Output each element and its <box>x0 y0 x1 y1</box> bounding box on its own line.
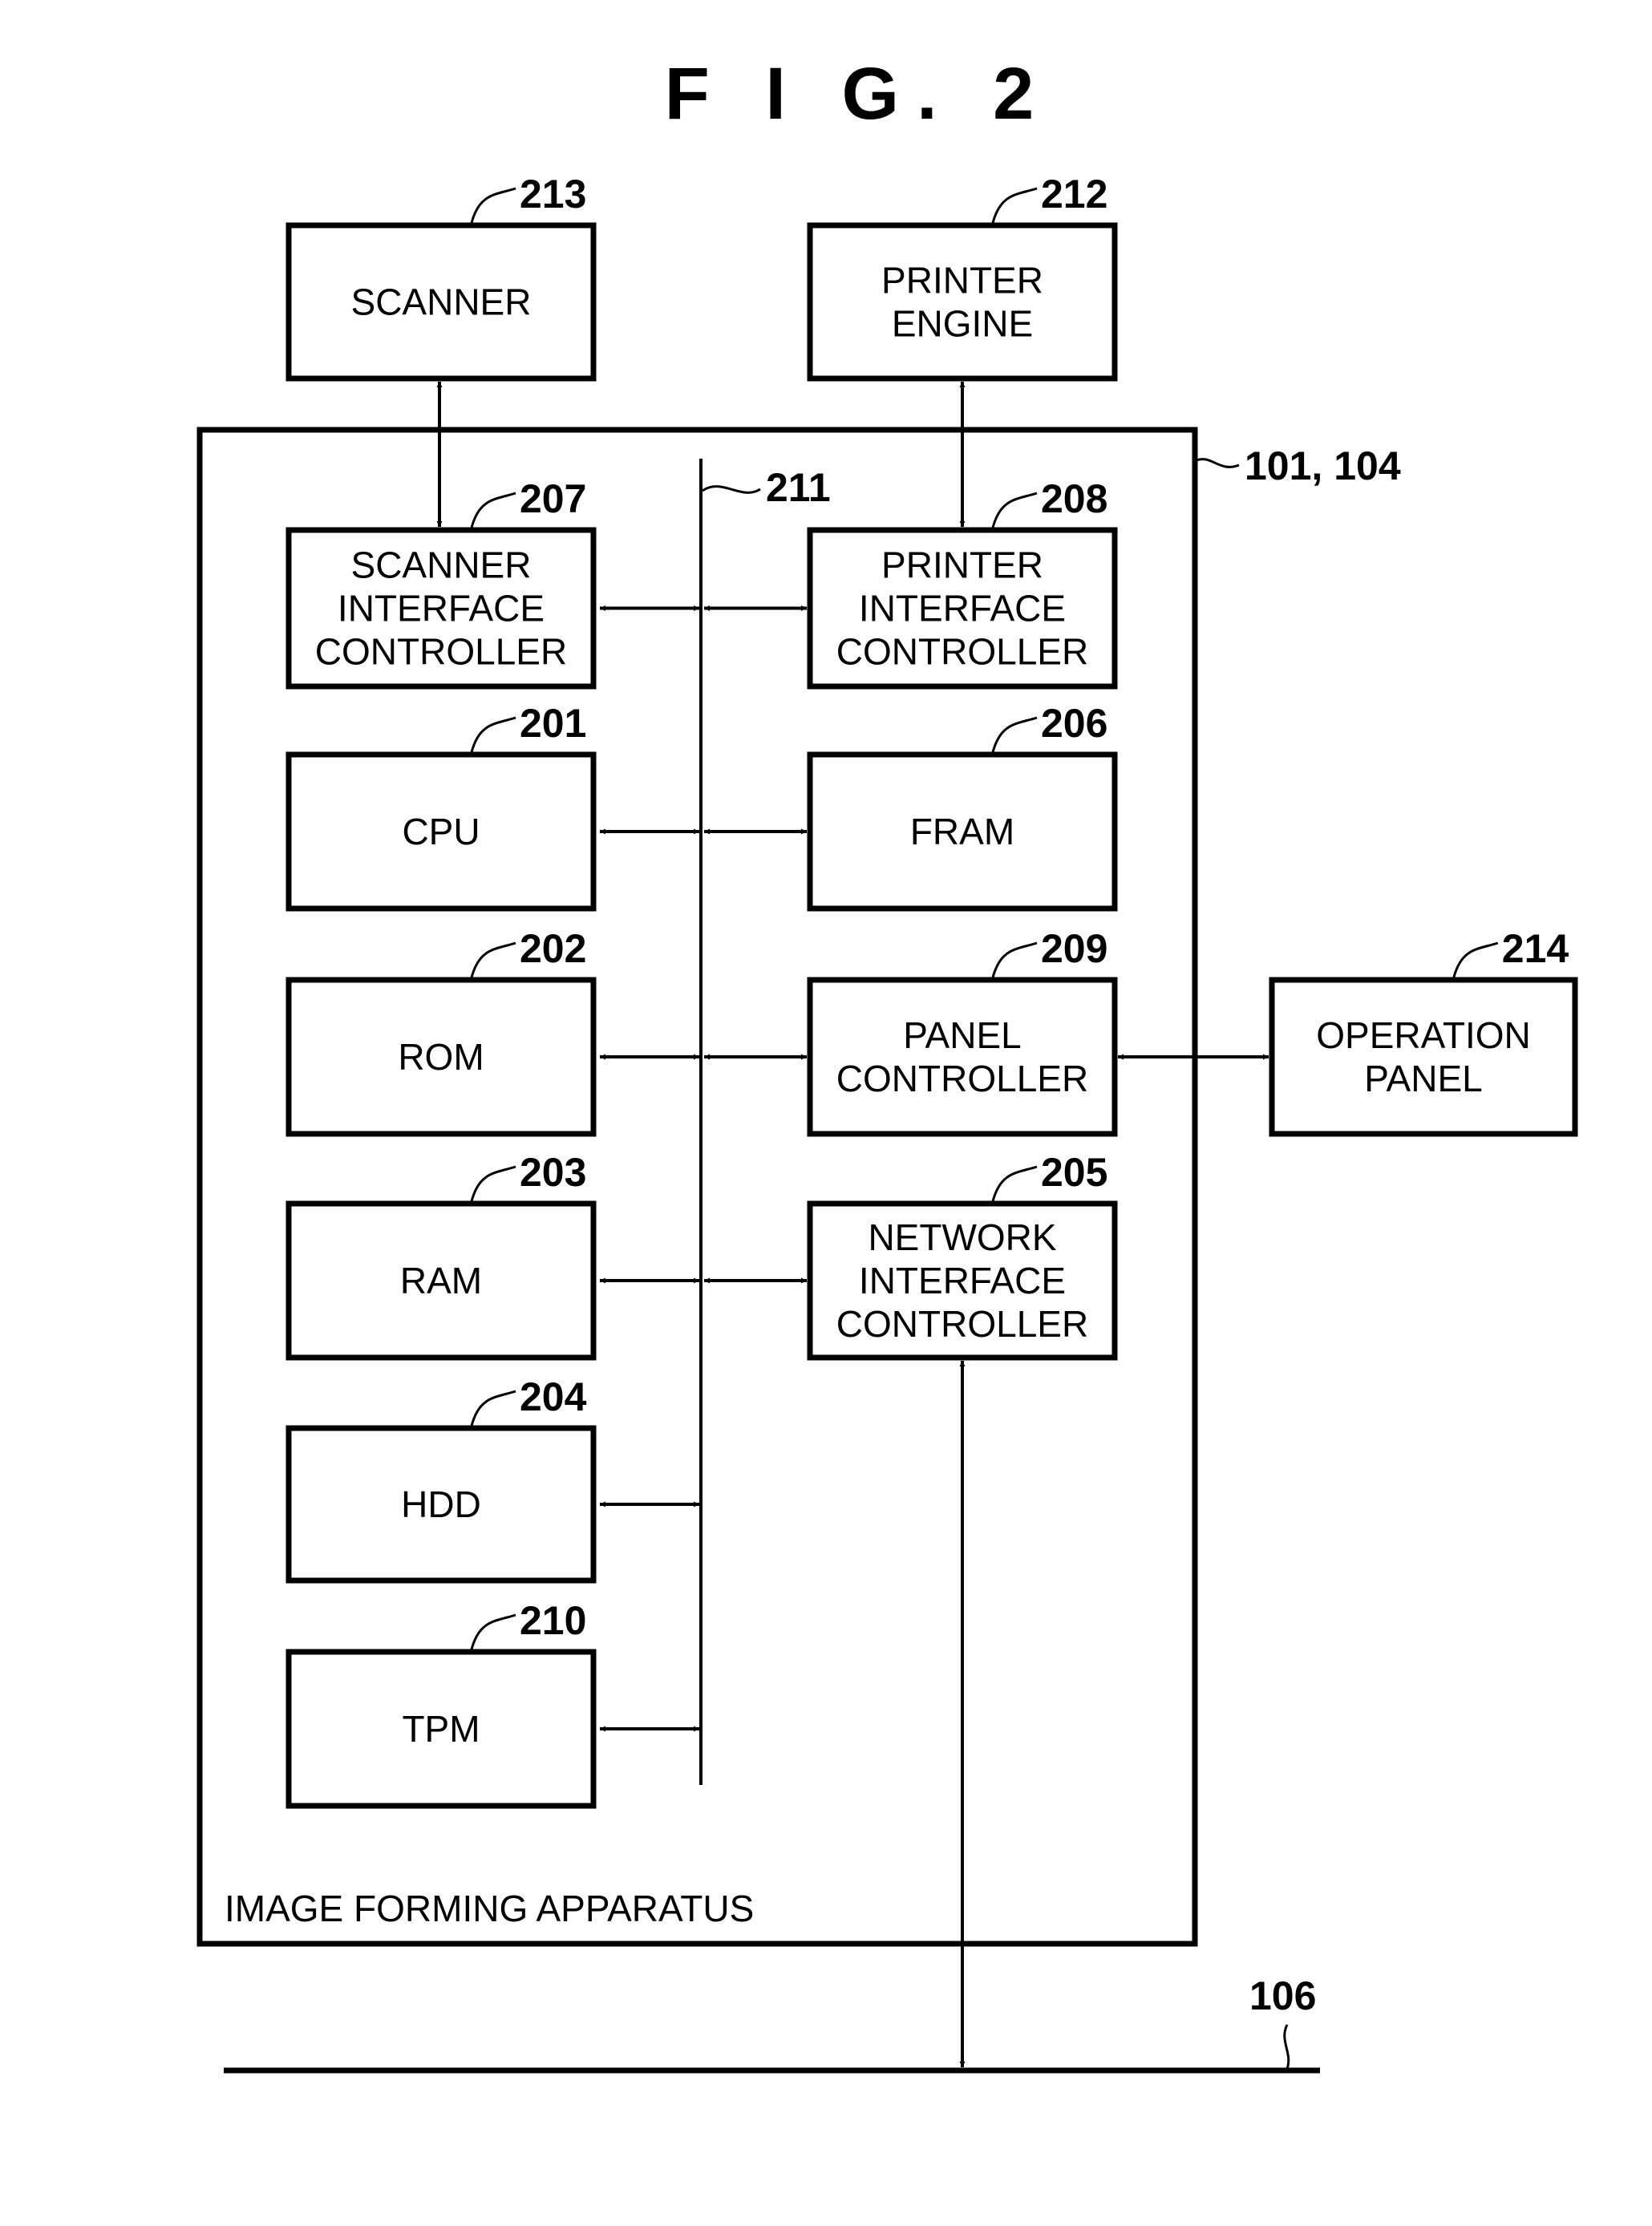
hdd-leader <box>470 1390 516 1427</box>
panel-ctrl-label-line: PANEL <box>903 1014 1021 1056</box>
network-ref: 106 <box>1249 1973 1316 2018</box>
printer-engine-block: PRINTERENGINE 212 <box>807 172 1118 382</box>
apparatus-ref: 101, 104 <box>1245 443 1401 488</box>
scanner-if-label-line: CONTROLLER <box>315 631 567 673</box>
panel-ctrl-leader <box>991 941 1038 978</box>
panel-ctrl-box <box>807 977 1118 1137</box>
network-if-ref: 205 <box>1041 1150 1107 1195</box>
bus-leader <box>702 485 761 494</box>
printer-if-label-line: PRINTER <box>881 544 1043 586</box>
operation-panel-leader <box>1452 941 1499 978</box>
printer-if-label-line: INTERFACE <box>859 588 1066 629</box>
ram-ref: 203 <box>520 1150 586 1195</box>
panel-ctrl-ref: 209 <box>1041 926 1107 971</box>
printer-engine-box <box>807 222 1118 382</box>
cpu-block: CPU 201 <box>285 701 597 912</box>
scanner-label-line: SCANNER <box>351 281 532 323</box>
panel-ctrl-block: PANELCONTROLLER 209 <box>807 926 1118 1137</box>
scanner-if-ref: 207 <box>520 476 586 521</box>
network-if-leader <box>991 1165 1038 1202</box>
ram-leader <box>470 1165 516 1202</box>
apparatus-leader <box>1194 458 1240 468</box>
operation-panel-block: OPERATIONPANEL 214 <box>1269 926 1578 1137</box>
network-if-block: NETWORKINTERFACECONTROLLER 205 <box>807 1150 1118 1361</box>
hdd-block: HDD 204 <box>285 1374 597 1584</box>
operation-panel-ref: 214 <box>1502 926 1569 971</box>
scanner-ref: 213 <box>520 172 586 217</box>
tpm-label-line: TPM <box>402 1708 480 1750</box>
figure-title: F I G. 2 <box>665 53 1052 135</box>
hdd-ref: 204 <box>520 1374 587 1419</box>
network-if-label-line: NETWORK <box>868 1216 1056 1258</box>
scanner-if-leader <box>470 492 516 528</box>
tpm-ref: 210 <box>520 1598 586 1643</box>
network-if-label-line: CONTROLLER <box>836 1303 1088 1345</box>
network-if-label-line: INTERFACE <box>859 1260 1066 1301</box>
cpu-label-line: CPU <box>402 811 480 852</box>
printer-engine-label-line: PRINTER <box>881 260 1043 302</box>
network-leader <box>1283 2024 1290 2070</box>
scanner-if-label-line: SCANNER <box>351 544 532 586</box>
scanner-if-label-line: INTERFACE <box>338 588 545 629</box>
printer-if-label-line: CONTROLLER <box>836 631 1088 673</box>
printer-if-ref: 208 <box>1041 476 1107 521</box>
apparatus-label: IMAGE FORMING APPARATUS <box>225 1888 754 1929</box>
operation-panel-label-line: PANEL <box>1364 1058 1482 1099</box>
block-diagram: F I G. 2 IMAGE FORMING APPARATUS 101, 10… <box>196 53 1578 2074</box>
rom-ref: 202 <box>520 926 586 971</box>
cpu-leader <box>470 716 516 753</box>
tpm-block: TPM 210 <box>285 1598 597 1809</box>
tpm-leader <box>470 1613 516 1650</box>
printer-engine-ref: 212 <box>1041 172 1107 217</box>
operation-panel-box <box>1269 977 1578 1137</box>
scanner-leader <box>470 187 516 224</box>
fram-block: FRAM 206 <box>807 701 1118 912</box>
rom-label-line: ROM <box>398 1036 484 1078</box>
operation-panel-label-line: OPERATION <box>1316 1014 1531 1056</box>
printer-engine-label-line: ENGINE <box>892 303 1033 345</box>
panel-ctrl-label-line: CONTROLLER <box>836 1058 1088 1099</box>
fram-leader <box>991 716 1038 753</box>
printer-if-leader <box>991 492 1038 528</box>
ram-block: RAM 203 <box>285 1150 597 1361</box>
fram-label-line: FRAM <box>910 811 1014 852</box>
cpu-ref: 201 <box>520 701 586 746</box>
rom-leader <box>470 941 516 978</box>
bus-ref: 211 <box>766 465 831 510</box>
printer-engine-leader <box>991 187 1038 224</box>
fram-ref: 206 <box>1041 701 1107 746</box>
rom-block: ROM 202 <box>285 926 597 1137</box>
ram-label-line: RAM <box>400 1260 482 1301</box>
scanner-block: SCANNER 213 <box>285 172 597 382</box>
hdd-label-line: HDD <box>401 1483 481 1525</box>
